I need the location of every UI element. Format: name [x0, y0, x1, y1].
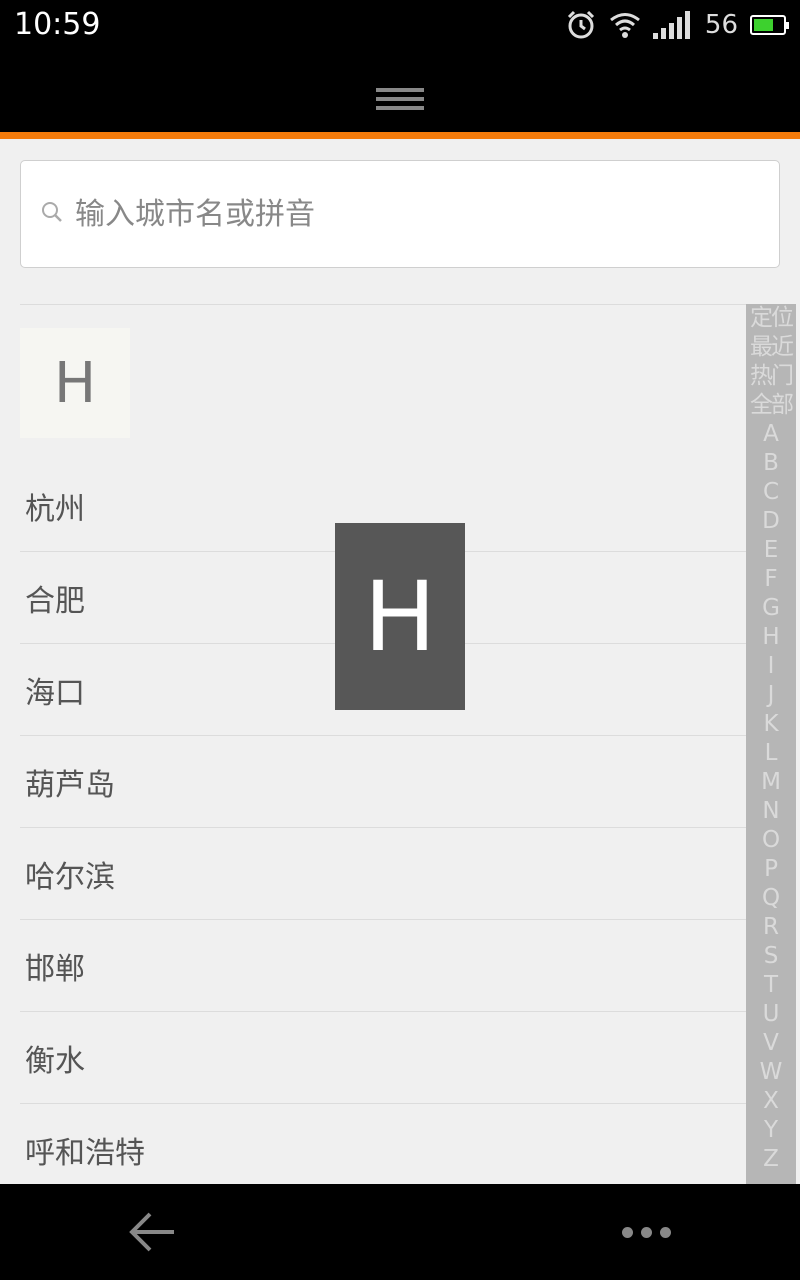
navigation-bar: [0, 1184, 800, 1280]
status-icons: 56: [565, 8, 789, 42]
list-item[interactable]: 衡水: [20, 1012, 746, 1104]
index-item-q[interactable]: Q: [746, 884, 796, 913]
more-dot: [622, 1226, 633, 1238]
index-item-o[interactable]: O: [746, 826, 796, 855]
search-input[interactable]: [75, 161, 765, 267]
list-item[interactable]: 邯郸: [20, 920, 746, 1012]
index-item-t[interactable]: T: [746, 971, 796, 1000]
index-item-j[interactable]: J: [746, 681, 796, 710]
index-item-m[interactable]: M: [746, 768, 796, 797]
index-item-p[interactable]: P: [746, 855, 796, 884]
menu-icon-line: [376, 88, 424, 92]
search-icon: [42, 202, 62, 222]
list-item[interactable]: 呼和浩特: [20, 1104, 746, 1196]
index-item-u[interactable]: U: [746, 1000, 796, 1029]
index-item-n[interactable]: N: [746, 797, 796, 826]
index-item-g[interactable]: G: [746, 594, 796, 623]
signal-icon: [652, 11, 690, 39]
accent-divider: [0, 132, 800, 139]
index-item-i[interactable]: I: [746, 652, 796, 681]
index-item-location[interactable]: 定位: [746, 304, 796, 333]
index-item-hot[interactable]: 热门: [746, 362, 796, 391]
index-item-c[interactable]: C: [746, 478, 796, 507]
index-letter-overlay: H: [335, 523, 465, 710]
battery-percent: 56: [704, 10, 738, 40]
menu-icon-line: [376, 106, 424, 110]
index-item-z[interactable]: Z: [746, 1145, 796, 1174]
wifi-icon: [609, 13, 640, 38]
more-dot: [641, 1226, 652, 1238]
battery-icon: [750, 15, 789, 35]
alphabet-index-bar[interactable]: 定位 最近 热门 全部 A B C D E F G H I J K L M N …: [746, 304, 796, 1184]
status-time: 10:59: [14, 7, 101, 42]
more-dot: [660, 1226, 671, 1238]
battery-level: [754, 19, 773, 31]
index-item-e[interactable]: E: [746, 536, 796, 565]
back-arrow-icon[interactable]: [128, 1210, 176, 1254]
search-box[interactable]: [20, 160, 780, 268]
alarm-icon: [567, 10, 594, 39]
index-item-l[interactable]: L: [746, 739, 796, 768]
list-divider: [20, 304, 746, 305]
index-item-r[interactable]: R: [746, 913, 796, 942]
menu-icon[interactable]: [376, 88, 424, 110]
index-item-s[interactable]: S: [746, 942, 796, 971]
index-item-v[interactable]: V: [746, 1029, 796, 1058]
list-item[interactable]: 葫芦岛: [20, 736, 746, 828]
more-dots-icon[interactable]: [622, 1222, 672, 1242]
index-item-b[interactable]: B: [746, 449, 796, 478]
index-item-d[interactable]: D: [746, 507, 796, 536]
index-item-recent[interactable]: 最近: [746, 333, 796, 362]
section-header: H: [20, 328, 130, 438]
action-bar: [0, 50, 800, 132]
index-item-a[interactable]: A: [746, 420, 796, 449]
index-item-h[interactable]: H: [746, 623, 796, 652]
index-item-all[interactable]: 全部: [746, 391, 796, 420]
status-bar: 10:59 56: [0, 0, 800, 50]
menu-icon-line: [376, 97, 424, 101]
index-item-y[interactable]: Y: [746, 1116, 796, 1145]
list-item[interactable]: 哈尔滨: [20, 828, 746, 920]
index-item-x[interactable]: X: [746, 1087, 796, 1116]
index-item-w[interactable]: W: [746, 1058, 796, 1087]
index-item-f[interactable]: F: [746, 565, 796, 594]
index-item-k[interactable]: K: [746, 710, 796, 739]
